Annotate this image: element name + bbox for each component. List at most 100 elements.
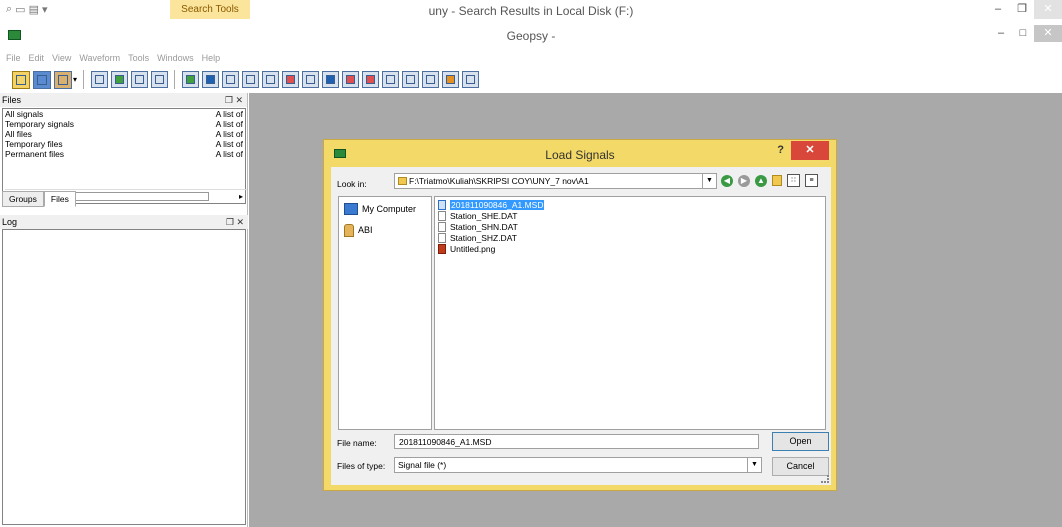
back-icon[interactable]: ◀ (721, 174, 733, 187)
chevron-down-icon[interactable]: ▾ (73, 75, 77, 84)
list-item[interactable]: All files A list of (3, 129, 245, 139)
file-icon (438, 210, 446, 221)
menu-view[interactable]: View (52, 53, 71, 63)
structure-rotate-icon[interactable] (362, 71, 380, 88)
chronogram-icon[interactable] (151, 71, 169, 88)
open-icon[interactable] (12, 70, 30, 89)
geopsy-window-controls: – □ ✕ (990, 25, 1062, 42)
help-button[interactable]: ? (777, 144, 784, 156)
log-panel: Log ❐ ✕ (0, 215, 248, 229)
explorer-title-bar: ⌕ ▭ ▤ ▾ Search Tools uny - Search Result… (0, 0, 1062, 21)
damping-icon[interactable] (262, 71, 280, 88)
sidebar-item-abi[interactable]: ABI (339, 221, 431, 239)
file-icon (438, 221, 446, 232)
list-item[interactable]: Station_SHZ.DAT (435, 232, 825, 243)
menu-file[interactable]: File (6, 53, 21, 63)
open-button[interactable]: Open (772, 432, 829, 451)
list-view-icon[interactable]: ∷ (787, 174, 800, 187)
list-item[interactable]: Station_SHN.DAT (435, 221, 825, 232)
spac-icon[interactable] (302, 71, 320, 88)
menu-bar: File Edit View Waveform Tools Windows He… (0, 50, 1062, 66)
files-panel-title: Files (2, 95, 22, 105)
list-item[interactable]: Untitled.png (435, 243, 825, 254)
log-text-area[interactable] (2, 229, 246, 525)
resize-grip-icon[interactable] (821, 475, 829, 483)
file-name-field[interactable] (394, 434, 759, 449)
minimize-button[interactable]: – (990, 25, 1012, 42)
close-button[interactable]: ✕ (1034, 0, 1062, 19)
menu-windows[interactable]: Windows (157, 53, 194, 63)
left-dock: Files ❐ ✕ All signals A list of Temporary… (0, 93, 248, 527)
menu-edit[interactable]: Edit (29, 53, 45, 63)
fk-icon[interactable] (402, 71, 420, 88)
load-waveform-icon[interactable] (54, 70, 72, 89)
list-item[interactable]: Temporary files A list of (3, 139, 245, 149)
sidebar-item-my-computer[interactable]: My Computer (339, 200, 431, 218)
float-close-icon[interactable]: ❐ ✕ (226, 217, 244, 228)
menu-help[interactable]: Help (202, 53, 221, 63)
float-close-icon[interactable]: ❐ ✕ (225, 95, 243, 106)
chevron-down-icon[interactable]: ▼ (702, 174, 716, 188)
places-sidebar: My Computer ABI (338, 196, 432, 430)
list-item[interactable]: Permanent files A list of (3, 149, 245, 159)
minimize-button[interactable]: – (986, 0, 1010, 19)
scroll-right-icon[interactable]: ▸ (235, 192, 247, 201)
look-in-path: F:\Triatmo\Kuliah\SKRIPSI COY\UNY_7 nov\… (409, 176, 589, 186)
dialog-title-bar: Load Signals ? ✕ (324, 140, 836, 167)
linear-fk-icon[interactable] (382, 71, 400, 88)
menu-waveform[interactable]: Waveform (79, 53, 120, 63)
waveform-export-icon[interactable] (462, 71, 480, 88)
computer-icon (344, 203, 358, 215)
spectrum-icon[interactable] (202, 71, 220, 88)
explorer-window-title: uny - Search Results in Local Disk (F:) (428, 4, 634, 18)
graphic-icon[interactable] (111, 71, 129, 88)
list-item[interactable]: 201811090846_A1.MSD (435, 199, 825, 210)
file-name: Station_SHN.DAT (450, 221, 518, 232)
files-list[interactable]: All signals A list of Temporary signals A … (2, 108, 247, 204)
table-view-icon[interactable] (422, 71, 440, 88)
look-in-combo[interactable]: F:\Triatmo\Kuliah\SKRIPSI COY\UNY_7 nov\… (394, 173, 717, 189)
menu-tools[interactable]: Tools (128, 53, 149, 63)
file-type-select[interactable]: Signal file (*) ▼ (394, 457, 762, 473)
explorer-window-controls: – ❐ ✕ (986, 0, 1062, 19)
sidebar-item-label: ABI (358, 225, 373, 235)
chevron-down-icon[interactable]: ▼ (747, 458, 761, 472)
up-folder-icon[interactable]: ▲ (755, 174, 767, 187)
fft-icon[interactable] (182, 71, 200, 88)
dock-tabs: Groups Files (2, 191, 76, 207)
detail-view-icon[interactable]: ≡ (805, 174, 818, 187)
file-name: Station_SHE.DAT (450, 210, 518, 221)
dialog-title: Load Signals (545, 148, 615, 162)
geopsy-title-bar: Geopsy - – □ ✕ (0, 21, 1062, 48)
main-toolbar: ▾ (0, 66, 1062, 93)
tab-files[interactable]: Files (43, 191, 76, 207)
close-button[interactable]: ✕ (1034, 25, 1062, 42)
maximize-button[interactable]: ❐ (1010, 0, 1034, 19)
list-item[interactable]: Temporary signals A list of (3, 119, 245, 129)
hv-rotate-icon[interactable] (322, 71, 340, 88)
toolbar-separator (174, 70, 177, 89)
cancel-button[interactable]: Cancel (772, 457, 829, 476)
file-name: Station_SHZ.DAT (450, 232, 517, 243)
new-folder-icon[interactable] (772, 175, 782, 186)
spectrogram-icon[interactable] (282, 71, 300, 88)
particle-motion-icon[interactable] (342, 71, 360, 88)
files-panel-header: Files ❐ ✕ (0, 93, 247, 107)
hv-icon[interactable] (222, 71, 240, 88)
look-in-label: Look in: (337, 179, 367, 189)
tab-groups[interactable]: Groups (2, 191, 44, 207)
table-icon[interactable] (91, 71, 109, 88)
file-name: Untitled.png (450, 243, 496, 254)
close-button[interactable]: ✕ (791, 141, 829, 160)
map-view-icon[interactable] (442, 71, 460, 88)
save-icon[interactable] (33, 70, 51, 89)
map-icon[interactable] (131, 71, 149, 88)
file-type-value: Signal file (*) (398, 460, 447, 470)
rotate-icon[interactable] (242, 71, 260, 88)
maximize-button[interactable]: □ (1012, 25, 1034, 42)
list-item[interactable]: Station_SHE.DAT (435, 210, 825, 221)
list-item[interactable]: All signals A list of (3, 109, 245, 119)
toolbar-separator (83, 70, 86, 89)
forward-icon[interactable]: ▶ (738, 174, 750, 187)
file-list: 201811090846_A1.MSD Station_SHE.DAT Stat… (434, 196, 826, 430)
